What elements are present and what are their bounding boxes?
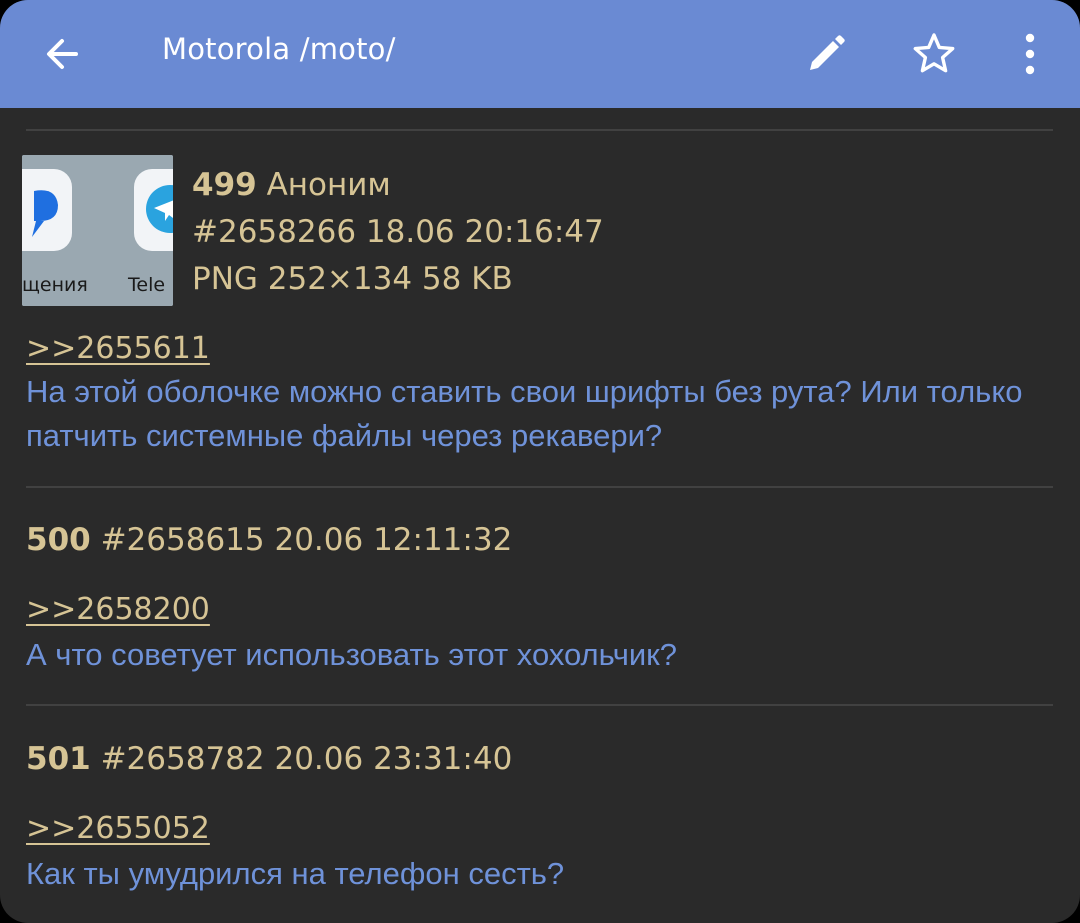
post-body: Как ты умудрился на телефон сесть? bbox=[26, 856, 565, 891]
post-id-date: #2658782 20.06 23:31:40 bbox=[100, 741, 513, 777]
post-file-info[interactable]: PNG 252×134 58 KB bbox=[192, 261, 513, 297]
post-divider bbox=[26, 704, 1053, 706]
app-bar: Motorola /moto/ bbox=[0, 0, 1080, 108]
star-icon bbox=[913, 33, 955, 73]
edit-button[interactable] bbox=[794, 22, 858, 86]
post-divider bbox=[26, 486, 1053, 488]
post-divider bbox=[26, 129, 1053, 131]
page-title: Motorola /moto/ bbox=[162, 32, 396, 66]
post-thumbnail[interactable]: щения Tele bbox=[22, 155, 173, 306]
post-number: 500 bbox=[26, 522, 91, 558]
post-author: Аноним bbox=[266, 167, 391, 203]
back-arrow-icon bbox=[47, 39, 78, 69]
post-header: 500 #2658615 20.06 12:11:32 bbox=[26, 522, 512, 558]
post-id-date: #2658266 18.06 20:16:47 bbox=[192, 214, 604, 250]
favorite-button[interactable] bbox=[902, 22, 966, 86]
thumbnail-label-right: Tele bbox=[127, 274, 165, 296]
back-button[interactable] bbox=[30, 22, 94, 86]
thread-screen: Motorola /moto/ щения Tele 499 Аноним #2… bbox=[0, 0, 1080, 923]
post-id-date: #2658615 20.06 12:11:32 bbox=[100, 522, 513, 558]
thumbnail-image: щения Tele bbox=[22, 155, 173, 306]
reply-link[interactable]: >>2658200 bbox=[26, 592, 210, 627]
post-body: А что советует использовать этот хохольч… bbox=[26, 637, 677, 672]
more-vert-icon bbox=[1025, 33, 1035, 75]
reply-link[interactable]: >>2655611 bbox=[26, 331, 210, 366]
more-options-button[interactable] bbox=[998, 22, 1062, 86]
post-header: 499 Аноним bbox=[192, 167, 391, 203]
post-header: 501 #2658782 20.06 23:31:40 bbox=[26, 741, 512, 777]
post-body: На этой оболочке можно ставить свои шриф… bbox=[26, 374, 1023, 453]
post-number: 501 bbox=[26, 741, 91, 777]
thumbnail-label-left: щения bbox=[22, 274, 88, 296]
edit-pencil-icon bbox=[810, 35, 845, 70]
reply-link[interactable]: >>2655052 bbox=[26, 811, 210, 846]
post-number: 499 bbox=[192, 167, 257, 203]
